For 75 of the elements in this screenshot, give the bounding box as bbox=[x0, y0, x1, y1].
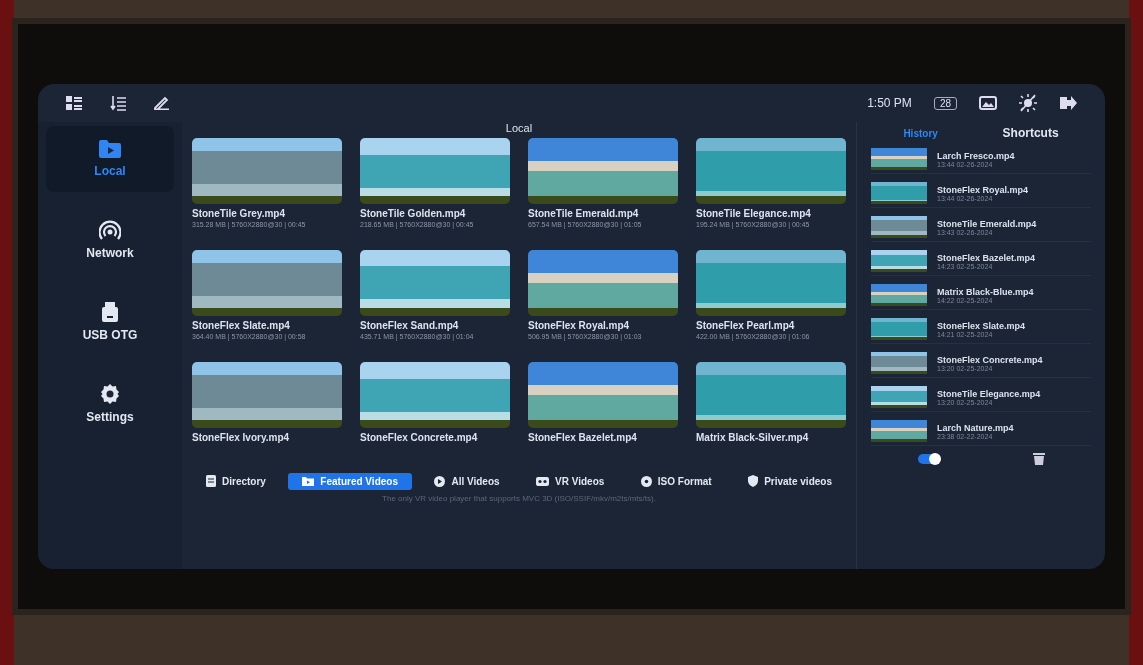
video-title: StoneFlex Royal.mp4 bbox=[528, 320, 631, 331]
category-tab[interactable]: Directory bbox=[192, 472, 280, 490]
video-thumbnail[interactable] bbox=[696, 138, 846, 204]
video-thumbnail[interactable] bbox=[360, 362, 510, 428]
video-title: Larch Fresco.mp4 bbox=[937, 150, 1015, 161]
video-thumbnail[interactable] bbox=[871, 386, 927, 408]
video-thumbnail[interactable] bbox=[871, 216, 927, 238]
video-thumbnail[interactable] bbox=[871, 148, 927, 170]
video-title: StoneTile Elegance.mp4 bbox=[937, 388, 1041, 399]
grid-view-icon[interactable] bbox=[66, 96, 82, 110]
video-title: StoneTile Elegance.mp4 bbox=[696, 208, 812, 219]
sidebar-item[interactable]: USB OTG bbox=[46, 288, 174, 356]
video-title: StoneFlex Concrete.mp4 bbox=[937, 354, 1043, 365]
battery-indicator: 28 bbox=[933, 96, 957, 110]
usb-drive-icon bbox=[101, 302, 119, 322]
video-thumbnail[interactable] bbox=[871, 250, 927, 272]
section-title: Local bbox=[504, 122, 534, 136]
vr-headset-icon bbox=[536, 476, 550, 486]
gallery-icon[interactable] bbox=[979, 95, 997, 111]
video-thumbnail[interactable] bbox=[696, 250, 846, 316]
video-thumbnail[interactable] bbox=[871, 182, 927, 204]
settings-icon bbox=[100, 384, 120, 404]
video-thumbnail[interactable] bbox=[528, 138, 678, 204]
play-icon bbox=[434, 475, 446, 487]
shield-icon bbox=[748, 475, 759, 487]
folder-icon bbox=[99, 140, 121, 158]
video-title: StoneTile Emerald.mp4 bbox=[937, 218, 1037, 229]
trash-icon[interactable] bbox=[1032, 452, 1045, 465]
video-thumbnail[interactable] bbox=[871, 284, 927, 306]
brightness-off-icon[interactable] bbox=[1019, 94, 1037, 112]
panel-tab[interactable]: History bbox=[895, 122, 946, 144]
sort-icon[interactable] bbox=[110, 95, 126, 111]
sidebar-item[interactable]: Local bbox=[46, 126, 174, 192]
video-thumbnail[interactable] bbox=[871, 352, 927, 374]
video-thumbnail[interactable] bbox=[696, 362, 846, 428]
disc-icon bbox=[640, 475, 652, 487]
panel-tab[interactable]: Shortcuts bbox=[994, 122, 1067, 144]
video-title: StoneFlex Royal.mp4 bbox=[937, 184, 1029, 195]
sidebar-item[interactable]: Settings bbox=[46, 370, 174, 438]
video-title: StoneFlex Slate.mp4 bbox=[192, 320, 291, 331]
clock-time: 1:50 PM bbox=[867, 96, 912, 110]
video-thumbnail[interactable] bbox=[192, 362, 342, 428]
video-title: Matrix Black-Silver.mp4 bbox=[696, 432, 810, 443]
video-title: StoneFlex Ivory.mp4 bbox=[192, 432, 291, 443]
video-thumbnail[interactable] bbox=[528, 362, 678, 428]
video-title: StoneFlex Slate.mp4 bbox=[937, 320, 1026, 331]
folder-icon bbox=[302, 476, 315, 486]
video-title: StoneFlex Bazelet.mp4 bbox=[937, 252, 1036, 263]
video-title: StoneTile Golden.mp4 bbox=[360, 208, 467, 219]
video-title: Matrix Black-Blue.mp4 bbox=[937, 286, 1034, 297]
category-tab[interactable]: All Videos bbox=[420, 472, 514, 490]
document-icon bbox=[206, 475, 216, 487]
video-thumbnail[interactable] bbox=[360, 250, 510, 316]
video-thumbnail[interactable] bbox=[871, 420, 927, 442]
video-title: StoneFlex Pearl.mp4 bbox=[696, 320, 796, 331]
category-tab[interactable]: Featured Videos bbox=[288, 472, 412, 490]
exit-icon[interactable] bbox=[1059, 95, 1077, 111]
video-title: Larch Nature.mp4 bbox=[937, 422, 1014, 433]
video-title: StoneTile Grey.mp4 bbox=[192, 208, 286, 219]
video-thumbnail[interactable] bbox=[192, 250, 342, 316]
sidebar-item[interactable]: Network bbox=[46, 206, 174, 274]
video-thumbnail[interactable] bbox=[528, 250, 678, 316]
network-icon bbox=[99, 220, 121, 240]
video-thumbnail[interactable] bbox=[360, 138, 510, 204]
video-title: StoneTile Emerald.mp4 bbox=[528, 208, 640, 219]
toggle-switch[interactable] bbox=[917, 453, 940, 464]
video-thumbnail[interactable] bbox=[871, 318, 927, 340]
video-title: StoneFlex Concrete.mp4 bbox=[360, 432, 479, 443]
category-tab[interactable]: VR Videos bbox=[522, 472, 619, 490]
edit-icon[interactable] bbox=[154, 96, 170, 110]
category-tab[interactable]: Private videos bbox=[734, 472, 846, 490]
video-title: StoneFlex Sand.mp4 bbox=[360, 320, 460, 331]
video-title: StoneFlex Bazelet.mp4 bbox=[528, 432, 638, 443]
video-thumbnail[interactable] bbox=[192, 138, 342, 204]
category-tab[interactable]: ISO Format bbox=[626, 472, 726, 490]
